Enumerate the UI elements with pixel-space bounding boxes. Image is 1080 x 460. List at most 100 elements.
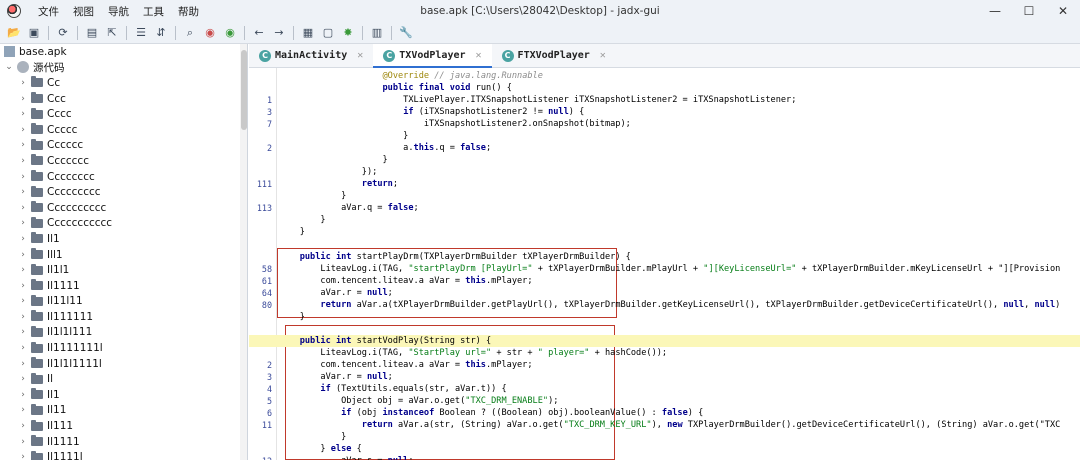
code-line[interactable]: 80 return aVar.a(tXPlayerDrmBuilder.getP… <box>249 299 1080 311</box>
code-line[interactable]: 111 return; <box>249 178 1080 190</box>
menu-file[interactable]: 文件 <box>31 4 66 19</box>
chevron-right-icon[interactable]: › <box>18 234 28 244</box>
code-line[interactable]: 12 aVar.s = null; <box>249 455 1080 460</box>
chevron-right-icon[interactable]: › <box>18 265 28 275</box>
tree-package-item[interactable]: › Il111 <box>0 418 247 434</box>
tree-package-item[interactable]: › Il1l1l1111l <box>0 356 247 372</box>
flatten-icon[interactable]: ☰ <box>132 24 150 42</box>
code-line[interactable]: } <box>249 431 1080 443</box>
chevron-right-icon[interactable]: › <box>18 452 28 460</box>
chevron-right-icon[interactable]: › <box>18 421 28 431</box>
chevron-right-icon[interactable]: › <box>18 203 28 213</box>
code-line[interactable]: 113 aVar.q = false; <box>249 202 1080 214</box>
code-line[interactable]: 3 if (iTXSnapshotListener2 != null) { <box>249 106 1080 118</box>
deobfuscation-icon[interactable]: ▦ <box>299 24 317 42</box>
menu-help[interactable]: 帮助 <box>171 4 206 19</box>
chevron-right-icon[interactable]: › <box>18 109 28 119</box>
code-line[interactable]: 2 a.this.q = false; <box>249 142 1080 154</box>
code-line[interactable]: 64 aVar.r = null; <box>249 287 1080 299</box>
close-button[interactable]: ✕ <box>1046 0 1080 22</box>
code-line[interactable]: 1 TXLivePlayer.ITXSnapshotListener iTXSn… <box>249 94 1080 106</box>
code-line[interactable]: }); <box>249 166 1080 178</box>
tree-package-item[interactable]: › Ccccccc <box>0 153 247 169</box>
chevron-right-icon[interactable]: › <box>18 405 28 415</box>
chevron-right-icon[interactable]: › <box>18 156 28 166</box>
tree-package-item[interactable]: › Cccccc <box>0 138 247 154</box>
menu-navigation[interactable]: 导航 <box>101 4 136 19</box>
tree-root[interactable]: base.apk <box>0 44 247 60</box>
code-line[interactable]: 3 aVar.r = null; <box>249 371 1080 383</box>
tree-package-item[interactable]: › Il1l1 <box>0 262 247 278</box>
forward-icon[interactable]: → <box>270 24 288 42</box>
chevron-right-icon[interactable]: › <box>18 125 28 135</box>
add-file-icon[interactable]: ▣ <box>25 24 43 42</box>
code-line[interactable]: LiteavLog.i(TAG, "StartPlay url=" + str … <box>249 347 1080 359</box>
tree-package-item[interactable]: › Il <box>0 371 247 387</box>
log-icon[interactable]: ▥ <box>368 24 386 42</box>
chevron-right-icon[interactable]: › <box>18 359 28 369</box>
export-icon[interactable]: ⇱ <box>103 24 121 42</box>
tree-package-item[interactable]: › Cccccccc <box>0 169 247 185</box>
tree-package-item[interactable]: › Il1111 <box>0 434 247 450</box>
chevron-right-icon[interactable]: › <box>18 218 28 228</box>
code-line[interactable]: public int startVodPlay(String str) { <box>249 335 1080 347</box>
close-tab-icon[interactable]: ✕ <box>476 50 482 61</box>
tree-package-item[interactable]: › Ccccccccc <box>0 184 247 200</box>
chevron-right-icon[interactable]: › <box>18 343 28 353</box>
code-line[interactable]: } <box>249 154 1080 166</box>
chevron-right-icon[interactable]: › <box>18 374 28 384</box>
tree-package-item[interactable]: › Ccccccccccc <box>0 216 247 232</box>
code-editor[interactable]: @Override // java.lang.Runnable public f… <box>249 68 1080 460</box>
code-line[interactable]: @Override // java.lang.Runnable <box>249 70 1080 82</box>
code-line[interactable]: } else { <box>249 443 1080 455</box>
tree-package-item[interactable]: › Ccccc <box>0 122 247 138</box>
tree-package-item[interactable]: › Il11 <box>0 403 247 419</box>
plugin-icon[interactable]: ✸ <box>339 24 357 42</box>
close-tab-icon[interactable]: ✕ <box>600 50 606 61</box>
code-line[interactable]: 7 iTXSnapshotListener2.onSnapshot(bitmap… <box>249 118 1080 130</box>
tree-package-item[interactable]: › Ill1 <box>0 247 247 263</box>
chevron-right-icon[interactable]: › <box>18 327 28 337</box>
code-line[interactable]: public int startPlayDrm(TXPlayerDrmBuild… <box>249 251 1080 263</box>
tree-package-item[interactable]: › Cc <box>0 75 247 91</box>
code-line[interactable] <box>249 238 1080 250</box>
tree-package-item[interactable]: › Il1111l <box>0 449 247 460</box>
chevron-right-icon[interactable]: › <box>18 281 28 291</box>
code-line[interactable]: } <box>249 226 1080 238</box>
back-icon[interactable]: ← <box>250 24 268 42</box>
code-line[interactable]: } <box>249 130 1080 142</box>
chevron-right-icon[interactable]: › <box>18 78 28 88</box>
chevron-right-icon[interactable]: › <box>18 390 28 400</box>
tree-package-item[interactable]: › Il11l11 <box>0 294 247 310</box>
tab-ftxvodplayer[interactable]: C FTXVodPlayer ✕ <box>492 44 616 67</box>
menu-tools[interactable]: 工具 <box>136 4 171 19</box>
tree-package-item[interactable]: › Cccccccccc <box>0 200 247 216</box>
chevron-right-icon[interactable]: › <box>18 296 28 306</box>
code-line[interactable]: } <box>249 311 1080 323</box>
find-class-icon[interactable]: ◉ <box>201 24 219 42</box>
tree-package-item[interactable]: › Ccc <box>0 91 247 107</box>
sync-icon[interactable]: ⇵ <box>152 24 170 42</box>
maximize-button[interactable]: ☐ <box>1012 0 1046 22</box>
tree-package-item[interactable]: › Il111111 <box>0 309 247 325</box>
code-line[interactable]: 61 com.tencent.liteav.a aVar = this.mPla… <box>249 275 1080 287</box>
code-line[interactable]: public final void run() { <box>249 82 1080 94</box>
code-line[interactable]: 58 LiteavLog.i(TAG, "startPlayDrm [PlayU… <box>249 263 1080 275</box>
chevron-right-icon[interactable]: › <box>18 250 28 260</box>
code-line[interactable]: 4 if (TextUtils.equals(str, aVar.t)) { <box>249 383 1080 395</box>
minimize-button[interactable]: — <box>978 0 1012 22</box>
bookmark-icon[interactable]: ▢ <box>319 24 337 42</box>
save-icon[interactable]: ▤ <box>83 24 101 42</box>
code-line[interactable]: } <box>249 214 1080 226</box>
tree-package-item[interactable]: › Il1111111l <box>0 340 247 356</box>
chevron-right-icon[interactable]: › <box>18 187 28 197</box>
menu-view[interactable]: 视图 <box>66 4 101 19</box>
chevron-right-icon[interactable]: › <box>18 172 28 182</box>
find-usage-icon[interactable]: ◉ <box>221 24 239 42</box>
tree-package-item[interactable]: › Il1 <box>0 231 247 247</box>
chevron-right-icon[interactable]: › <box>18 140 28 150</box>
code-line[interactable]: 11 return aVar.a(str, (String) aVar.o.ge… <box>249 419 1080 431</box>
code-line[interactable] <box>249 323 1080 335</box>
code-line[interactable]: 2 com.tencent.liteav.a aVar = this.mPlay… <box>249 359 1080 371</box>
tree-source-node[interactable]: ⌄ 源代码 <box>0 60 247 76</box>
